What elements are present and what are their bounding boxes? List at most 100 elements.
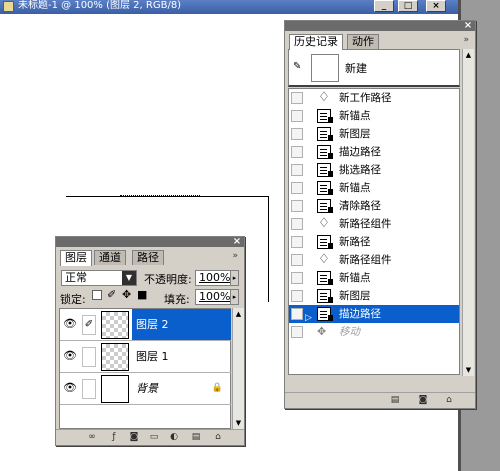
slider-arrow-icon[interactable]: ▸	[230, 271, 238, 285]
history-scrollbar[interactable]: ▲ ▼	[462, 49, 474, 376]
lock-position-move-icon[interactable]: ✥	[122, 288, 131, 301]
eye-icon[interactable]: 👁	[63, 350, 77, 362]
layer-name[interactable]: 图层 2	[132, 309, 231, 340]
history-brush-source-checkbox[interactable]	[291, 236, 303, 248]
panel-drag-bar[interactable]: ×	[56, 237, 244, 247]
tab-layers[interactable]: 图层	[60, 250, 92, 266]
history-snapshot[interactable]: ✎ 新建	[288, 49, 460, 87]
fill-field[interactable]: 100% ▸	[195, 289, 239, 305]
move-icon: ✥	[317, 325, 327, 338]
document-titlebar[interactable]: 未标题-1 @ 100% (图层 2, RGB/8) _ □ ×	[0, 0, 458, 14]
layer-list: 👁 ✐ 图层 2 👁 图层 1 👁 背景 🔒	[59, 308, 231, 429]
history-state-label: 描边路径	[339, 308, 381, 320]
scroll-down-icon[interactable]: ▼	[463, 364, 474, 376]
history-state-label: 新工作路径	[339, 92, 392, 104]
minimize-button[interactable]: _	[374, 0, 394, 12]
close-icon[interactable]: ×	[232, 237, 242, 247]
history-state-3[interactable]: 描边路径	[289, 143, 459, 161]
history-brush-source-checkbox[interactable]	[291, 200, 303, 212]
history-state-9[interactable]: ♢ 新路径组件	[289, 251, 459, 269]
lock-transparency-icon[interactable]	[92, 290, 102, 300]
snapshot-brush-icon[interactable]: ✎	[293, 61, 301, 72]
history-brush-source-checkbox[interactable]	[291, 326, 303, 338]
history-brush-source-checkbox[interactable]	[291, 254, 303, 266]
layer-mask-icon[interactable]: ◙	[128, 432, 140, 443]
history-state-label: 新图层	[339, 128, 371, 140]
history-brush-source-checkbox[interactable]	[291, 128, 303, 140]
eye-icon[interactable]: 👁	[63, 382, 77, 394]
layer-row-1[interactable]: 👁 图层 1	[60, 341, 231, 373]
history-brush-source-checkbox[interactable]	[291, 164, 303, 176]
trash-icon[interactable]: ⌂	[443, 395, 455, 406]
slider-arrow-icon[interactable]: ▸	[230, 290, 238, 304]
snapshot-label: 新建	[345, 62, 367, 75]
history-state-icon	[317, 289, 333, 303]
history-state-6[interactable]: 清除路径	[289, 197, 459, 215]
history-state-13-dim[interactable]: ✥ 移动	[289, 323, 459, 341]
history-state-label: 新图层	[339, 290, 371, 302]
opacity-value: 100%	[199, 271, 231, 284]
panel-menu-icon[interactable]: »	[463, 35, 469, 45]
maximize-button[interactable]: □	[398, 0, 418, 12]
layer-style-icon[interactable]: ƒ	[108, 432, 120, 443]
new-document-from-state-icon[interactable]: ▤	[389, 395, 401, 406]
history-brush-source-checkbox[interactable]	[291, 110, 303, 122]
history-state-2[interactable]: 新图层	[289, 125, 459, 143]
history-brush-source-checkbox[interactable]	[291, 92, 303, 104]
layer-row-2[interactable]: 👁 ✐ 图层 2	[60, 309, 231, 341]
close-icon[interactable]: ×	[463, 21, 473, 31]
photoshop-document-icon	[3, 1, 14, 12]
history-state-11[interactable]: 新图层	[289, 287, 459, 305]
path-selection-dots	[120, 195, 200, 196]
history-state-4[interactable]: 挑选路径	[289, 161, 459, 179]
scroll-up-icon[interactable]: ▲	[463, 49, 474, 61]
layer-thumbnail	[101, 343, 129, 371]
new-layer-icon[interactable]: ▤	[190, 432, 202, 443]
panel-menu-icon[interactable]: »	[232, 251, 238, 261]
opacity-field[interactable]: 100% ▸	[195, 270, 239, 286]
layers-scrollbar[interactable]: ▲ ▼	[232, 308, 244, 429]
trash-icon[interactable]: ⌂	[212, 432, 224, 443]
lock-image-brush-icon[interactable]: ✐	[107, 288, 116, 301]
link-cell[interactable]	[82, 347, 96, 367]
history-state-10[interactable]: 新锚点	[289, 269, 459, 287]
history-brush-source-checkbox[interactable]	[291, 146, 303, 158]
chevron-down-icon[interactable]: ▼	[122, 271, 136, 285]
history-state-icon	[317, 163, 333, 177]
panel-drag-bar[interactable]: ×	[285, 21, 475, 31]
history-state-7[interactable]: ♢ 新路径组件	[289, 215, 459, 233]
tab-actions[interactable]: 动作	[347, 34, 379, 49]
fill-value: 100%	[199, 290, 231, 303]
history-state-0[interactable]: ♢ 新工作路径	[289, 89, 459, 107]
tab-paths[interactable]: 路径	[132, 250, 164, 265]
history-state-5[interactable]: 新锚点	[289, 179, 459, 197]
layer-row-background[interactable]: 👁 背景 🔒	[60, 373, 231, 405]
history-brush-source-checkbox[interactable]	[291, 218, 303, 230]
adjustment-layer-icon[interactable]: ◐	[168, 432, 180, 443]
blend-mode-select[interactable]: 正常 ▼	[61, 270, 137, 286]
brush-icon[interactable]: ✐	[82, 315, 96, 335]
scroll-up-icon[interactable]: ▲	[233, 308, 244, 320]
history-state-12-selected[interactable]: ▷ 描边路径	[289, 305, 459, 323]
history-state-icon	[317, 109, 333, 123]
history-brush-source-checkbox[interactable]	[291, 272, 303, 284]
history-brush-source-checkbox[interactable]	[291, 182, 303, 194]
link-cell[interactable]	[82, 379, 96, 399]
history-brush-source-checkbox[interactable]	[291, 308, 303, 320]
lock-label: 锁定:	[60, 293, 86, 306]
eye-icon[interactable]: 👁	[63, 318, 77, 330]
history-state-1[interactable]: 新锚点	[289, 107, 459, 125]
layer-thumbnail	[101, 311, 129, 339]
layer-thumbnail	[101, 375, 129, 403]
tab-channels[interactable]: 通道	[94, 250, 126, 265]
new-snapshot-icon[interactable]: ◙	[417, 395, 429, 406]
link-layers-icon[interactable]: ∞	[86, 432, 98, 443]
scroll-down-icon[interactable]: ▼	[233, 417, 244, 429]
lock-all-icon[interactable]: ■	[137, 288, 147, 301]
tab-history[interactable]: 历史记录	[289, 34, 343, 50]
history-brush-source-checkbox[interactable]	[291, 290, 303, 302]
layer-name[interactable]: 图层 1	[132, 341, 231, 372]
history-state-8[interactable]: 新路径	[289, 233, 459, 251]
close-button[interactable]: ×	[426, 0, 446, 12]
new-group-icon[interactable]: ▭	[148, 432, 160, 443]
